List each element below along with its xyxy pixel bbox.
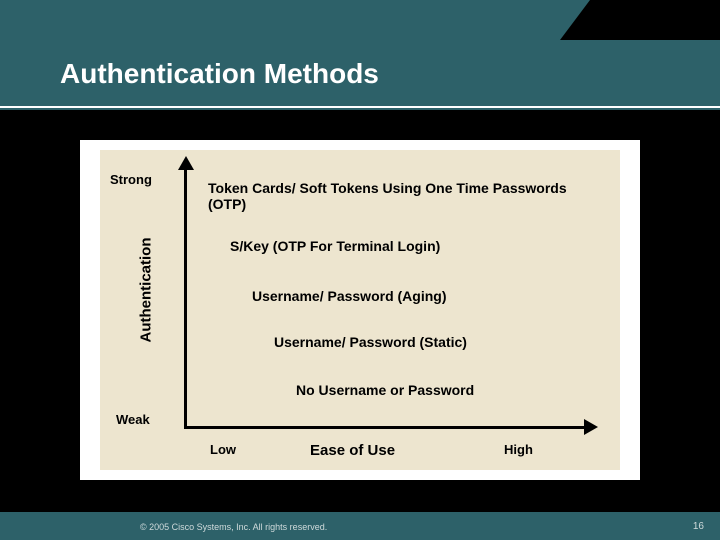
method-item: S/Key (OTP For Terminal Login) <box>230 238 440 254</box>
method-item: No Username or Password <box>296 382 474 398</box>
y-axis-bottom-label: Weak <box>116 412 150 427</box>
y-axis-label: Authentication <box>138 238 155 343</box>
slide-title: Authentication Methods <box>60 58 379 90</box>
x-axis-label: Ease of Use <box>310 442 395 459</box>
page-number: 16 <box>693 521 704 532</box>
copyright-text: © 2005 Cisco Systems, Inc. All rights re… <box>140 522 327 532</box>
title-underline <box>0 106 720 108</box>
x-axis-right-label: High <box>504 442 533 457</box>
y-axis-arrow-icon <box>178 156 194 170</box>
footer-bar <box>0 512 720 540</box>
diagram: Authentication Strong Weak Low Ease of U… <box>100 150 620 470</box>
method-item: Token Cards/ Soft Tokens Using One Time … <box>208 180 588 212</box>
method-item: Username/ Password (Aging) <box>252 288 447 304</box>
method-item: Username/ Password (Static) <box>274 334 467 350</box>
x-axis-arrow-icon <box>584 419 598 435</box>
slide: Authentication Methods Authentication St… <box>0 0 720 540</box>
y-axis-top-label: Strong <box>110 172 152 187</box>
y-axis <box>184 162 187 428</box>
x-axis <box>184 426 588 429</box>
x-axis-left-label: Low <box>210 442 236 457</box>
title-bar <box>0 0 720 110</box>
